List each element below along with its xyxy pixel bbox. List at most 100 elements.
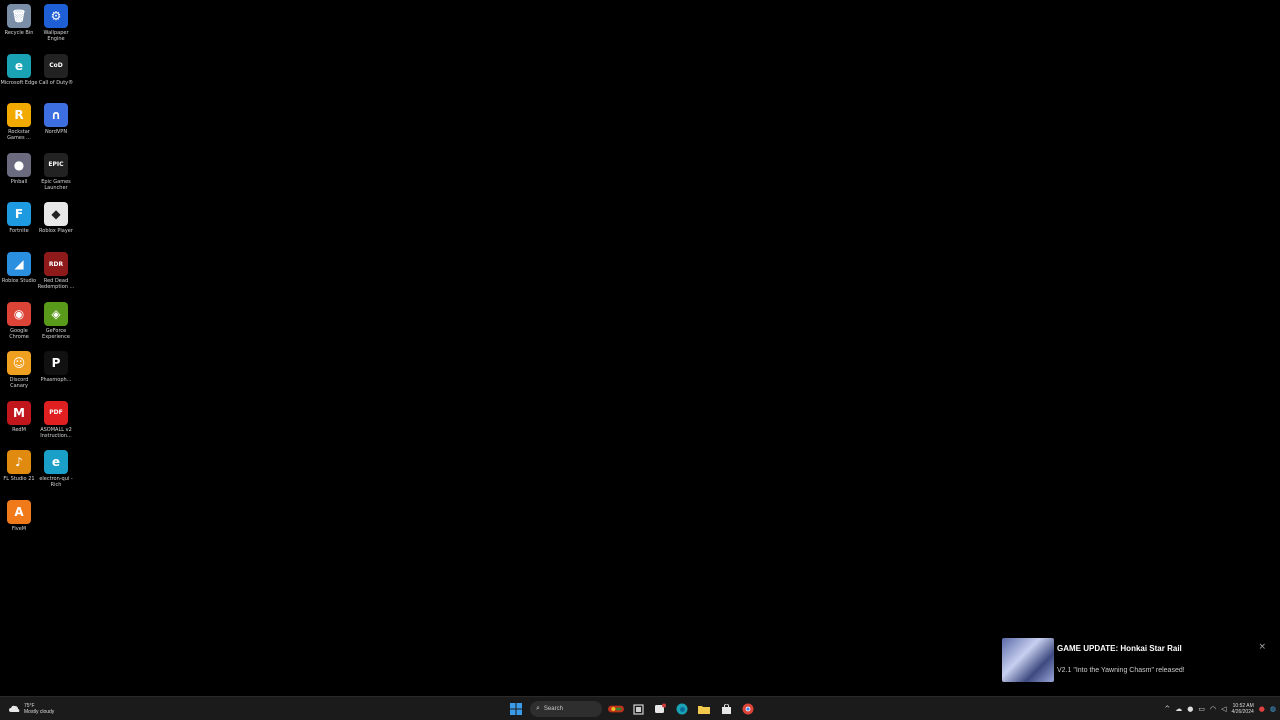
roblox-studio-icon: ◢ [7, 252, 31, 276]
copilot-icon[interactable]: ◍ [1270, 705, 1276, 713]
search-highlight-icon [608, 705, 624, 713]
desktop-shortcut[interactable]: 🗑 Recycle Bin [0, 4, 38, 54]
desktop-shortcut-label: Red Dead Redemption ... [37, 278, 75, 290]
taskbar-search-highlight-button[interactable] [608, 701, 624, 717]
wifi-icon[interactable]: ◠ [1210, 705, 1216, 713]
nordvpn-icon: ∩ [44, 103, 68, 128]
desktop-shortcut-label: Roblox Studio [1, 278, 37, 284]
desktop-shortcut-label: ASOMALL v2 Instruction... [40, 426, 72, 439]
desktop-shortcut-label: electron-qui - Rich [39, 476, 73, 489]
taskbar-app-edge[interactable] [674, 701, 690, 717]
desktop-shortcut-label: Fortnite [9, 228, 29, 235]
phasmophobia-icon: P [44, 351, 68, 376]
cloud-icon [9, 705, 20, 712]
recycle-bin-icon: 🗑 [7, 4, 31, 28]
desktop-shortcut[interactable]: ◈ GeForce Experience [37, 301, 75, 352]
desktop-shortcut-label: GeForce Experience [42, 327, 70, 340]
taskbar: 75°F Mostly cloudy ⌕ Search ^ ☁ ● ▭ ◠ ◁ … [0, 696, 1280, 720]
chrome-icon: ◉ [7, 301, 31, 326]
system-tray: ^ ☁ ● ▭ ◠ ◁ 10:52 AM 4/26/2024 ● ◍ [1164, 700, 1276, 718]
electron-app-icon: e [44, 450, 68, 475]
desktop-shortcut[interactable]: PDF ASOMALL v2 Instruction... [37, 400, 75, 451]
taskbar-app-store[interactable] [718, 701, 734, 717]
rockstar-icon: R [7, 103, 31, 128]
start-button[interactable] [508, 701, 524, 717]
taskbar-app-chrome[interactable] [740, 701, 756, 717]
desktop-shortcut[interactable]: CoD Call of Duty® [37, 53, 75, 104]
desktop-shortcut[interactable]: ☺ Discord Canary [0, 351, 38, 401]
fivem-icon: A [7, 500, 31, 524]
desktop-shortcut-label: Microsoft Edge [0, 79, 38, 86]
pinball-icon: ● [7, 152, 31, 177]
desktop-shortcut-label: Google Chrome [9, 327, 29, 340]
desktop-shortcut[interactable]: F Fortnite [0, 202, 38, 252]
task-view-button[interactable] [630, 701, 646, 717]
geforce-icon: ◈ [44, 301, 68, 326]
store-bag-icon [721, 703, 731, 714]
epic-games-icon: EPIC [44, 152, 68, 177]
onedrive-cloud-icon[interactable]: ☁ [1175, 705, 1182, 713]
desktop-shortcut[interactable]: ⚙ Wallpaper Engine [37, 4, 75, 54]
desktop-shortcut-label: Roblox Player [39, 228, 73, 235]
desktop-shortcut[interactable]: ∩ NordVPN [37, 103, 75, 153]
desktop-shortcut-label: RedM [12, 426, 26, 433]
search-icon: ⌕ [536, 705, 540, 712]
desktop-shortcut[interactable]: e electron-qui - Rich [37, 450, 75, 500]
search-placeholder: Search [543, 706, 563, 712]
desktop-shortcut-label: FiveM [11, 526, 27, 532]
taskbar-pinned-apps: ⌕ Search [508, 700, 756, 718]
desktop-shortcut[interactable]: EPIC Epic Games Launcher [37, 152, 75, 203]
display-icon[interactable]: ▭ [1198, 705, 1205, 713]
notification-bell-icon[interactable]: ● [1259, 705, 1265, 713]
desktop-shortcut[interactable]: R Rockstar Games ... [0, 103, 38, 153]
toast-title: GAME UPDATE: Honkai Star Rail [1057, 644, 1182, 653]
volume-icon[interactable]: ◁ [1221, 705, 1226, 713]
desktop-shortcut[interactable]: RDR Red Dead Redemption ... [37, 252, 75, 302]
desktop-shortcut[interactable]: ◆ Roblox Player [37, 202, 75, 252]
chevron-up-icon[interactable]: ^ [1164, 705, 1170, 713]
toast-body: V2.1 "Into the Yawning Chasm" released! [1057, 667, 1185, 674]
wallpaper-engine-icon: ⚙ [44, 4, 68, 28]
chat-app-icon [655, 703, 666, 713]
close-icon[interactable]: × [1258, 642, 1266, 652]
desktop-shortcut-label: Discord Canary [9, 377, 29, 390]
taskbar-app-chat[interactable] [652, 701, 668, 717]
desktop-shortcut[interactable]: ◉ Google Chrome [0, 301, 38, 352]
desktop-shortcut-label: FL Studio 21 [3, 476, 35, 483]
taskbar-app-file-explorer[interactable] [696, 701, 712, 717]
desktop-shortcut[interactable]: ● Pinball [0, 152, 38, 203]
desktop-shortcut[interactable]: ♪ FL Studio 21 [0, 450, 38, 500]
weather-widget[interactable]: 75°F Mostly cloudy [8, 701, 54, 717]
notification-toast[interactable]: GAME UPDATE: Honkai Star Rail V2.1 "Into… [1000, 636, 1274, 688]
desktop-shortcut[interactable]: M RedM [0, 400, 38, 451]
desktop-shortcut-label: Wallpaper Engine [43, 30, 69, 42]
taskbar-search-box[interactable]: ⌕ Search [530, 701, 602, 717]
desktop[interactable]: 🗑 Recycle Bin ⚙ Wallpaper Engine e Microsoft … [0, 0, 1280, 696]
desktop-shortcut-label: Pinball [10, 178, 28, 185]
desktop-shortcut[interactable]: e Microsoft Edge [0, 53, 38, 104]
desktop-shortcut-label: Rockstar Games ... [7, 129, 31, 142]
windows-logo-icon [510, 703, 522, 715]
folder-icon [698, 705, 710, 714]
desktop-shortcut-label: Recycle Bin [4, 30, 34, 36]
weather-description: Mostly cloudy [24, 709, 55, 715]
roblox-player-icon: ◆ [44, 202, 68, 227]
clock-date: 4/26/2024 [1231, 709, 1254, 715]
desktop-shortcut-label: Call of Duty® [38, 79, 74, 86]
desktop-shortcut-label: NordVPN [44, 129, 68, 136]
chrome-icon [742, 703, 754, 715]
clock[interactable]: 10:52 AM 4/26/2024 [1232, 703, 1254, 715]
microphone-icon[interactable]: ● [1187, 705, 1193, 713]
desktop-shortcut[interactable]: P Phasmoph... [37, 351, 75, 401]
desktop-shortcut[interactable]: A FiveM [0, 500, 38, 550]
desktop-shortcut-label: Epic Games Launcher [41, 178, 71, 191]
edge-icon [676, 703, 688, 715]
red-dead-icon: RDR [44, 252, 68, 276]
task-view-icon [632, 703, 644, 715]
edge-icon: e [7, 53, 31, 78]
fortnite-icon: F [7, 202, 31, 227]
discord-icon: ☺ [7, 351, 31, 376]
desktop-shortcut[interactable]: ◢ Roblox Studio [0, 252, 38, 302]
call-of-duty-icon: CoD [44, 53, 68, 78]
pdf-document-icon: PDF [44, 400, 68, 425]
